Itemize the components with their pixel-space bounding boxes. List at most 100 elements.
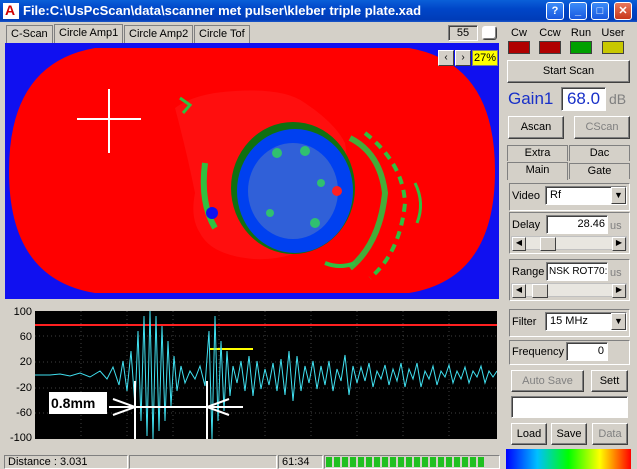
- scan-next-button[interactable]: ›: [455, 50, 471, 66]
- y-tick-neg60: -60: [16, 407, 32, 419]
- filter-select[interactable]: 15 MHz ▼: [545, 312, 627, 331]
- progress-segment: [422, 457, 428, 467]
- progress-segment: [342, 457, 348, 467]
- indicator-run-light: [570, 41, 592, 54]
- title-bar: A File:C:\UsPcScan\data\scanner met puls…: [0, 0, 637, 22]
- progress-segment: [446, 457, 452, 467]
- indicator-cw-light: [508, 41, 530, 54]
- slider-right-icon[interactable]: ▶: [612, 284, 626, 298]
- scan-svg: [5, 43, 499, 299]
- scan-checkbox[interactable]: [482, 26, 497, 40]
- progress-segment: [470, 457, 476, 467]
- progress-segment: [430, 457, 436, 467]
- ascan-button[interactable]: Ascan: [508, 116, 564, 139]
- progress-segment: [350, 457, 356, 467]
- data-button[interactable]: Data: [592, 423, 628, 445]
- chevron-down-icon[interactable]: ▼: [611, 313, 626, 330]
- note-field[interactable]: [511, 396, 628, 418]
- range-unit: us: [610, 267, 622, 279]
- delay-label: Delay: [512, 219, 541, 231]
- progress-segment: [478, 457, 484, 467]
- indicator-user-light: [602, 41, 624, 54]
- app-icon: A: [3, 2, 19, 19]
- scan-counter: 55: [448, 25, 478, 41]
- minimize-button[interactable]: _: [569, 2, 587, 20]
- tab-dac[interactable]: Dac: [569, 145, 630, 161]
- filter-value: 15 MHz: [550, 315, 588, 327]
- range-slider[interactable]: ◀ ▶: [511, 283, 627, 298]
- sett-button[interactable]: Sett: [591, 370, 628, 392]
- save-button[interactable]: Save: [551, 423, 587, 445]
- tab-c-scan[interactable]: C-Scan: [6, 25, 53, 43]
- gain-unit: dB: [609, 91, 627, 107]
- ascan-svg: [35, 310, 498, 440]
- window-title: File:C:\UsPcScan\data\scanner met pulser…: [23, 3, 422, 18]
- status-empty: [129, 455, 277, 469]
- status-time: 61:34: [278, 455, 323, 469]
- slider-left-icon[interactable]: ◀: [512, 284, 526, 298]
- status-progress: [324, 455, 500, 469]
- video-value: Rf: [550, 189, 561, 201]
- progress-segment: [398, 457, 404, 467]
- progress-segment: [406, 457, 412, 467]
- progress-segment: [358, 457, 364, 467]
- range-label: Range: [512, 266, 545, 278]
- video-label: Video: [512, 190, 540, 202]
- progress-segment: [382, 457, 388, 467]
- y-tick-60: 60: [19, 331, 32, 343]
- help-button[interactable]: ?: [546, 2, 564, 20]
- tab-gate[interactable]: Gate: [569, 163, 630, 179]
- tab-circle-tof[interactable]: Circle Tof: [194, 25, 250, 43]
- tab-circle-amp1[interactable]: Circle Amp1: [54, 24, 124, 44]
- tab-main[interactable]: Main: [507, 162, 568, 180]
- delay-field[interactable]: 28.46: [546, 215, 608, 234]
- zoom-level: 27%: [472, 50, 498, 66]
- progress-segment: [366, 457, 372, 467]
- slider-thumb[interactable]: [532, 284, 548, 298]
- tab-circle-amp2[interactable]: Circle Amp2: [124, 25, 194, 43]
- delay-unit: us: [610, 220, 622, 232]
- y-tick-neg100: -100: [9, 432, 32, 444]
- progress-segment: [334, 457, 340, 467]
- gain-label: Gain1: [508, 89, 554, 108]
- range-field[interactable]: NSK ROT70:: [546, 262, 608, 281]
- frequency-field[interactable]: 0: [566, 342, 608, 361]
- close-button[interactable]: ✕: [614, 2, 632, 20]
- y-tick-20: 20: [19, 356, 32, 368]
- progress-segment: [326, 457, 332, 467]
- slider-left-icon[interactable]: ◀: [512, 237, 526, 251]
- chevron-down-icon[interactable]: ▼: [611, 187, 626, 204]
- y-tick-neg20: -20: [16, 382, 32, 394]
- ascan-plot[interactable]: [35, 310, 498, 440]
- indicator-run-label: Run: [570, 27, 592, 39]
- frequency-label: Frequency: [512, 346, 564, 358]
- delay-slider[interactable]: ◀ ▶: [511, 236, 627, 251]
- indicator-cw-label: Cw: [511, 27, 527, 39]
- gain-value[interactable]: 68.0: [561, 87, 606, 111]
- maximize-button[interactable]: □: [591, 2, 609, 20]
- auto-save-button[interactable]: Auto Save: [511, 370, 584, 392]
- progress-segment: [390, 457, 396, 467]
- scan-prev-button[interactable]: ‹: [438, 50, 454, 66]
- slider-right-icon[interactable]: ▶: [612, 237, 626, 251]
- load-button[interactable]: Load: [511, 423, 547, 445]
- indicator-user-label: User: [601, 27, 625, 39]
- video-select[interactable]: Rf ▼: [545, 186, 627, 205]
- filter-label: Filter: [512, 316, 537, 328]
- slider-thumb[interactable]: [540, 237, 556, 251]
- progress-segment: [414, 457, 420, 467]
- start-scan-button[interactable]: Start Scan: [507, 60, 630, 83]
- y-tick-100: 100: [13, 306, 32, 318]
- progress-segment: [454, 457, 460, 467]
- cscan-button[interactable]: CScan: [574, 116, 630, 139]
- measurement-label: 0.8mm: [49, 392, 107, 414]
- c-scan-image[interactable]: [5, 43, 499, 299]
- color-scale-bar: [506, 449, 631, 469]
- indicator-ccw-light: [539, 41, 561, 54]
- status-distance: Distance : 3.031: [4, 455, 128, 469]
- progress-segment: [438, 457, 444, 467]
- tab-extra[interactable]: Extra: [507, 145, 568, 161]
- progress-segment: [462, 457, 468, 467]
- indicator-ccw-label: Ccw: [539, 27, 561, 39]
- progress-segment: [374, 457, 380, 467]
